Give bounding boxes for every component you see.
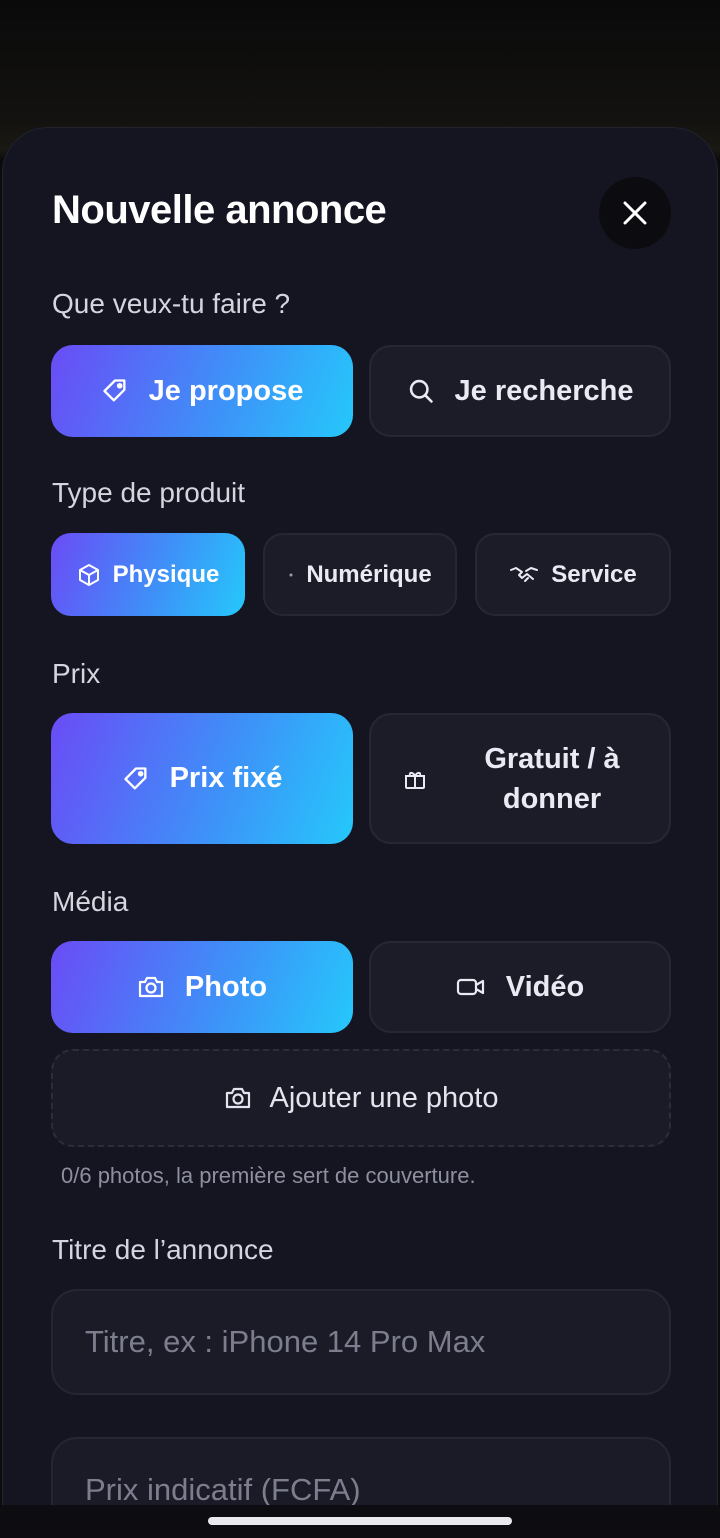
option-service[interactable]: Service — [475, 533, 671, 616]
intent-label: Que veux-tu faire ? — [52, 288, 291, 319]
photo-hint: 0/6 photos, la première sert de couvertu… — [61, 1163, 476, 1188]
camera-icon — [224, 1085, 252, 1111]
option-label: Gratuit / à donner — [484, 742, 620, 815]
tag-icon — [101, 377, 129, 405]
gift-icon — [403, 767, 427, 791]
option-video[interactable]: Vidéo — [369, 941, 671, 1033]
option-label: Je recherche — [454, 374, 634, 407]
product-type-label: Type de produit — [52, 477, 246, 508]
option-label: Physique — [112, 560, 220, 588]
new-listing-sheet: Nouvelle annonce Que veux-tu faire ? Je … — [2, 127, 718, 1538]
handshake-icon — [509, 563, 539, 587]
option-label: Photo — [184, 970, 268, 1003]
box-icon — [77, 563, 101, 587]
option-je-propose[interactable]: Je propose — [51, 345, 353, 437]
option-label: Service — [551, 560, 637, 588]
option-gratuit[interactable]: Gratuit / à donner — [369, 713, 671, 844]
sheet-title: Nouvelle annonce — [52, 188, 387, 232]
close-button[interactable] — [599, 177, 671, 249]
add-photo-label: Ajouter une photo — [269, 1081, 499, 1114]
title-input[interactable] — [51, 1289, 671, 1395]
price-label: Prix — [52, 658, 101, 689]
camera-icon — [137, 974, 165, 1000]
add-photo-button[interactable]: Ajouter une photo — [51, 1049, 671, 1147]
option-prix-fixe[interactable]: Prix fixé — [51, 713, 353, 844]
option-photo[interactable]: Photo — [51, 941, 353, 1033]
video-icon — [456, 975, 486, 999]
dot-icon — [288, 572, 294, 578]
option-physique[interactable]: Physique — [51, 533, 245, 616]
option-je-recherche[interactable]: Je recherche — [369, 345, 671, 437]
media-label: Média — [52, 886, 129, 917]
search-icon — [407, 377, 435, 405]
close-icon — [623, 201, 647, 225]
tag-icon — [122, 765, 150, 793]
option-label: Numérique — [306, 560, 432, 588]
option-label: Prix fixé — [169, 762, 283, 794]
option-numerique[interactable]: Numérique — [263, 533, 457, 616]
home-indicator — [208, 1517, 512, 1525]
title-field-label: Titre de l’annonce — [52, 1234, 274, 1265]
option-label: Je propose — [148, 374, 304, 407]
option-label: Vidéo — [505, 970, 585, 1003]
